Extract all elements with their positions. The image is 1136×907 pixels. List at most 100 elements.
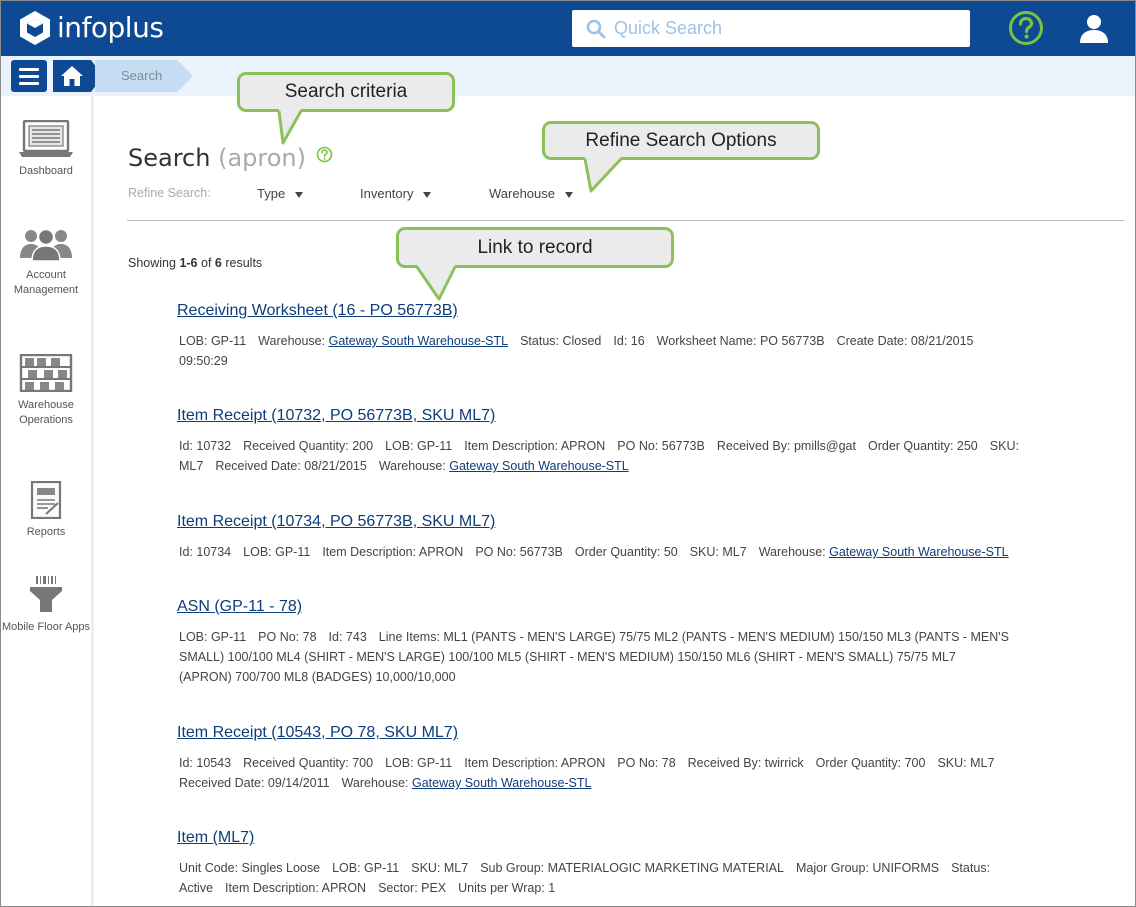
- result-field: SKU: ML7: [411, 861, 469, 875]
- result-field: Item Description: APRON: [322, 545, 464, 559]
- breadcrumb-bar: Search: [1, 56, 1135, 96]
- divider: [127, 220, 1124, 221]
- result-field: LOB: GP-11: [385, 439, 453, 453]
- help-icon[interactable]: [1008, 10, 1044, 46]
- result-field: LOB: GP-11: [385, 756, 453, 770]
- result-detail-line: SMALL) 100/100 ML4 (SHIRT - MEN'S LARGE)…: [179, 647, 1107, 667]
- result-field: PO No: 78: [258, 630, 317, 644]
- result-field: Received Quantity: 200: [243, 439, 374, 453]
- search-result: Receiving Worksheet (16 - PO 56773B) LOB:…: [177, 302, 1107, 371]
- result-record-link[interactable]: Item Receipt (10732, PO 56773B, SKU ML7): [177, 407, 1107, 425]
- result-detail-line: 09:50:29: [179, 351, 1107, 371]
- main-content: Search (apron) Refine Search: Type Inven…: [94, 96, 1135, 906]
- result-field: Order Quantity: 50: [574, 545, 678, 559]
- result-field: Received Date: 08/21/2015: [215, 459, 367, 473]
- result-field: Unit Code: Singles Loose: [179, 861, 321, 875]
- sidebar-item-reports[interactable]: Reports: [1, 481, 91, 540]
- result-record-link[interactable]: Item Receipt (10734, PO 56773B, SKU ML7): [177, 513, 1107, 531]
- result-field: ML7: [179, 459, 204, 473]
- main-menu-button[interactable]: [11, 60, 47, 92]
- result-record-link[interactable]: Item Receipt (10543, PO 78, SKU ML7): [177, 724, 1107, 742]
- result-record-link[interactable]: ASN (GP-11 - 78): [177, 598, 1107, 616]
- warehouse-link[interactable]: Gateway South Warehouse-STL: [412, 776, 592, 790]
- callout-link-to-record: Link to record: [396, 227, 674, 268]
- warehouse-field: Warehouse: Gateway South Warehouse-STL: [258, 334, 508, 348]
- result-field: Sub Group: MATERIALOGIC MARKETING MATERI…: [480, 861, 784, 875]
- hamburger-line: [19, 67, 39, 71]
- result-field: Units per Wrap: 1: [458, 881, 556, 895]
- result-details: LOB: GP-11 Warehouse: Gateway South Wareh…: [177, 331, 1107, 371]
- dropdown-label: Type: [257, 186, 286, 201]
- refine-warehouse-dropdown[interactable]: Warehouse: [489, 186, 573, 201]
- result-detail-line: LOB: GP-11 PO No: 78 Id: 743 Line Items: ML…: [179, 627, 1107, 647]
- sidebar-item-label: Warehouse Operations: [18, 399, 74, 426]
- breadcrumb-current: Search: [95, 60, 177, 92]
- app-logo[interactable]: infoplus: [19, 10, 164, 46]
- field-label: Warehouse:: [341, 776, 409, 790]
- warehouse-link[interactable]: Gateway South Warehouse-STL: [449, 459, 629, 473]
- sidebar-item-label: Account Management: [13, 269, 79, 296]
- result-field: Sector: PEX: [378, 881, 447, 895]
- result-field: SKU: ML7: [689, 545, 747, 559]
- users-group-icon: [20, 228, 72, 262]
- result-detail-line: Id: 10543 Received Quantity: 700 LOB: GP-1…: [179, 753, 1107, 773]
- result-detail-line: Id: 10734 LOB: GP-11 Item Description: APR…: [179, 542, 1107, 562]
- sidebar-item-account-management[interactable]: Account Management: [1, 226, 91, 298]
- result-field: Item Description: APRON: [464, 756, 606, 770]
- result-field: SKU:: [989, 439, 1019, 453]
- breadcrumb-end-arrow: [177, 60, 193, 92]
- result-field: Line Items: ML1 (PANTS - MEN'S LARGE) 75…: [378, 630, 1010, 644]
- sidebar-item-warehouse-operations[interactable]: Warehouse Operations: [1, 354, 91, 428]
- result-details: Id: 10734 LOB: GP-11 Item Description: APR…: [177, 542, 1107, 562]
- app-window: infoplus Quick Search Search Dashboard A…: [0, 0, 1136, 907]
- result-field: Worksheet Name: PO 56773B: [656, 334, 825, 348]
- warehouse-field: Warehouse: Gateway South Warehouse-STL: [759, 545, 1009, 559]
- field-label: Warehouse:: [378, 459, 446, 473]
- quick-search-input[interactable]: [614, 18, 954, 39]
- caret-down-icon: [423, 191, 432, 198]
- refine-search-label: Refine Search:: [128, 186, 211, 200]
- user-profile-icon[interactable]: [1079, 13, 1109, 43]
- search-result: Item Receipt (10732, PO 56773B, SKU ML7)…: [177, 407, 1107, 476]
- result-field: Item Description: APRON: [464, 439, 606, 453]
- home-button[interactable]: [53, 60, 91, 92]
- result-details: Unit Code: Singles Loose LOB: GP-11 SKU: M…: [177, 858, 1107, 898]
- result-field: Order Quantity: 700: [815, 756, 926, 770]
- quick-search-box[interactable]: [572, 10, 970, 47]
- result-field: PO No: 78: [617, 756, 676, 770]
- result-detail-line: Unit Code: Singles Loose LOB: GP-11 SKU: M…: [179, 858, 1107, 878]
- sidebar-item-mobile-floor-apps[interactable]: Mobile Floor Apps: [1, 574, 91, 635]
- result-field: Received By: twirrick: [687, 756, 804, 770]
- result-field: Received Quantity: 700: [243, 756, 374, 770]
- callout-pointer: [415, 265, 457, 301]
- page-title-text: Search: [128, 144, 211, 172]
- result-detail-line: Active Item Description: APRON Sector: PEX…: [179, 878, 1107, 898]
- result-field: LOB: GP-11: [179, 630, 247, 644]
- results-count: Showing 1-6 of 6 results: [128, 256, 263, 270]
- search-result: ASN (GP-11 - 78) LOB: GP-11 PO No: 78 Id: 7…: [177, 598, 1107, 687]
- warehouse-link[interactable]: Gateway South Warehouse-STL: [829, 545, 1009, 559]
- result-field: Create Date: 08/21/2015: [836, 334, 974, 348]
- result-record-link[interactable]: Item (ML7): [177, 829, 1107, 847]
- dropdown-label: Warehouse: [489, 186, 555, 201]
- search-help-icon[interactable]: [316, 146, 333, 163]
- refine-type-dropdown[interactable]: Type: [257, 186, 304, 201]
- warehouse-link[interactable]: Gateway South Warehouse-STL: [329, 334, 509, 348]
- top-header: infoplus: [1, 1, 1135, 56]
- sidebar-item-dashboard[interactable]: Dashboard: [1, 120, 91, 179]
- result-details: Id: 10543 Received Quantity: 700 LOB: GP-1…: [177, 753, 1107, 793]
- result-field: Received Date: 09/14/2011: [179, 776, 330, 790]
- dropdown-label: Inventory: [360, 186, 414, 201]
- page-title: Search (apron): [128, 144, 306, 172]
- search-result: Item Receipt (10734, PO 56773B, SKU ML7)…: [177, 513, 1107, 562]
- result-field: LOB: GP-11: [243, 545, 311, 559]
- result-detail-line: (APRON) 700/700 ML8 (BADGES) 10,000/10,0…: [179, 667, 1107, 687]
- sidebar-nav: Dashboard Account Management Warehouse O…: [1, 96, 94, 906]
- result-field: Active: [179, 881, 214, 895]
- refine-inventory-dropdown[interactable]: Inventory: [360, 186, 432, 201]
- logo-text: infoplus: [57, 11, 164, 44]
- result-record-link[interactable]: Receiving Worksheet (16 - PO 56773B): [177, 302, 1107, 320]
- search-term: (apron): [218, 144, 306, 172]
- sidebar-item-label: Dashboard: [19, 165, 73, 177]
- report-document-icon: [30, 481, 62, 519]
